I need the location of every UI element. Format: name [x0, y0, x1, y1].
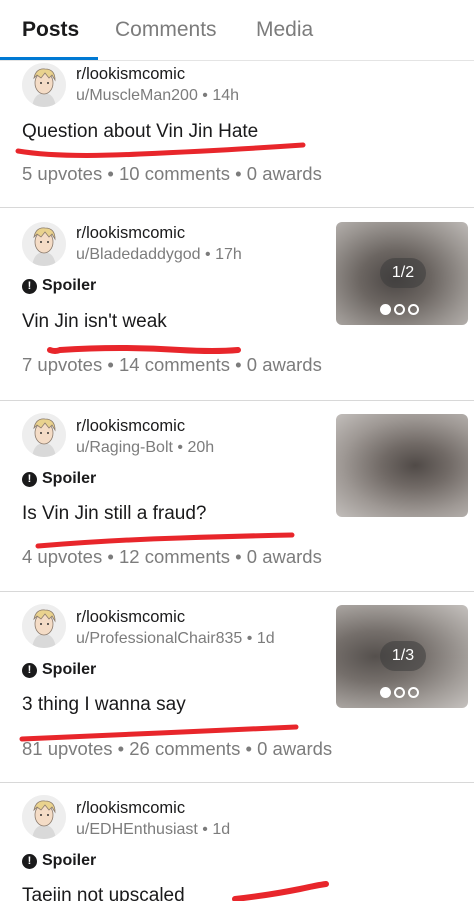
post-meta: u/Raging-Bolt • 20h	[76, 439, 215, 456]
post-age: 1d	[256, 630, 275, 647]
post-stats: 81 upvotes • 26 comments • 0 awards	[22, 738, 333, 759]
spoiler-label: Spoiler	[42, 852, 97, 869]
exclamation-circle-icon: !	[22, 853, 37, 869]
exclamation-circle-icon: !	[22, 471, 37, 487]
user-avatar[interactable]	[22, 63, 66, 107]
user-avatar[interactable]	[22, 795, 66, 839]
spoiler-tag: ! Spoiler	[22, 661, 96, 679]
post-meta: u/Bladedaddygod • 17h	[76, 246, 242, 263]
post-title[interactable]: Question about Vin Jin Hate	[22, 121, 258, 143]
post-title[interactable]: 3 thing I wanna say	[22, 694, 186, 716]
user-avatar[interactable]	[22, 413, 66, 457]
post-title[interactable]: Taejin not upscaled	[22, 885, 185, 901]
gallery-counter: 1/2	[380, 258, 426, 288]
post-meta: u/EDHEnthusiast • 1d	[76, 821, 231, 838]
post-stats: 7 upvotes • 14 comments • 0 awards	[22, 354, 322, 375]
exclamation-circle-icon: !	[22, 662, 37, 678]
subreddit-name[interactable]: r/lookismcomic	[76, 65, 185, 84]
username[interactable]: u/Bladedaddygod	[76, 246, 201, 263]
post-thumbnail[interactable]: 1/3	[336, 605, 468, 708]
tab-media[interactable]: Media	[256, 18, 313, 42]
spoiler-label: Spoiler	[42, 661, 97, 678]
post-card[interactable]: r/lookismcomic u/ProfessionalChair835 • …	[0, 592, 474, 782]
tab-comments[interactable]: Comments	[115, 18, 217, 42]
gallery-counter: 1/3	[380, 641, 426, 671]
user-avatar[interactable]	[22, 222, 66, 266]
post-age: 17h	[215, 246, 242, 263]
active-tab-indicator	[0, 57, 98, 60]
post-thumbnail[interactable]: 1/2	[336, 222, 468, 325]
spoiler-tag: ! Spoiler	[22, 470, 96, 488]
spoiler-label: Spoiler	[42, 277, 97, 294]
username[interactable]: u/MuscleMan200	[76, 87, 198, 104]
spoiler-tag: ! Spoiler	[22, 277, 96, 295]
post-age: 1d	[212, 821, 231, 838]
post-meta: u/MuscleMan200 • 14h	[76, 87, 240, 104]
gallery-dots	[380, 687, 419, 698]
subreddit-name[interactable]: r/lookismcomic	[76, 417, 185, 436]
post-title[interactable]: Is Vin Jin still a fraud?	[22, 503, 206, 525]
exclamation-circle-icon: !	[22, 278, 37, 294]
username[interactable]: u/Raging-Bolt	[76, 439, 173, 456]
post-card[interactable]: r/lookismcomic u/Raging-Bolt • 20h ! Spoi…	[0, 401, 474, 591]
post-title[interactable]: Vin Jin isn't weak	[22, 311, 167, 333]
spoiler-label: Spoiler	[42, 470, 97, 487]
subreddit-name[interactable]: r/lookismcomic	[76, 224, 185, 243]
subreddit-name[interactable]: r/lookismcomic	[76, 608, 185, 627]
post-thumbnail[interactable]	[336, 414, 468, 517]
tab-posts[interactable]: Posts	[22, 18, 79, 42]
profile-tabs: Posts Comments Media	[0, 0, 474, 61]
post-card[interactable]: r/lookismcomic u/MuscleMan200 • 14h Ques…	[0, 61, 474, 207]
post-card[interactable]: r/lookismcomic u/EDHEnthusiast • 1d ! Spo…	[0, 783, 474, 901]
post-card[interactable]: r/lookismcomic u/Bladedaddygod • 17h ! Sp…	[0, 208, 474, 399]
gallery-dots	[380, 304, 419, 315]
post-stats: 4 upvotes • 12 comments • 0 awards	[22, 546, 322, 567]
spoiler-tag: ! Spoiler	[22, 852, 96, 870]
username[interactable]: u/EDHEnthusiast	[76, 821, 198, 838]
user-avatar[interactable]	[22, 604, 66, 648]
post-meta: u/ProfessionalChair835 • 1d	[76, 630, 275, 647]
post-age: 20h	[187, 439, 215, 456]
subreddit-name[interactable]: r/lookismcomic	[76, 799, 185, 818]
username[interactable]: u/ProfessionalChair835	[76, 630, 242, 647]
post-age: 14h	[212, 87, 240, 104]
post-stats: 5 upvotes • 10 comments • 0 awards	[22, 163, 322, 184]
